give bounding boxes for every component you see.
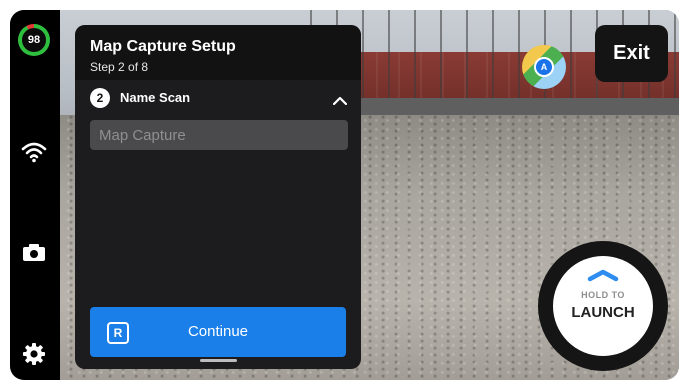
wifi-icon[interactable] (20, 138, 48, 166)
left-toolbar: 98 (10, 10, 60, 380)
continue-label: Continue (187, 323, 249, 340)
launch-button[interactable]: HOLD TO LAUNCH (538, 241, 668, 371)
panel-header: Map Capture Setup Step 2 of 8 (75, 25, 361, 80)
page-title: Map Capture Setup (90, 38, 236, 55)
battery-percent: 98 (22, 28, 46, 52)
map-button[interactable]: A (522, 45, 566, 89)
step-progress: Step 2 of 8 (90, 60, 149, 74)
setup-panel: Map Capture Setup Step 2 of 8 2 Name Sca… (75, 25, 361, 369)
drag-handle[interactable] (200, 359, 237, 362)
r-key-icon: R (107, 322, 129, 344)
step-label: Name Scan (120, 90, 191, 105)
launch-arrow-icon (587, 268, 619, 287)
map-icon: A (534, 57, 554, 77)
camera-icon[interactable] (20, 238, 48, 266)
step-header-name-scan[interactable]: 2 Name Scan (75, 82, 361, 114)
battery-indicator: 98 (18, 24, 50, 56)
continue-button[interactable]: R Continue (90, 307, 346, 357)
gear-icon[interactable] (20, 340, 48, 368)
launch-hold-text: HOLD TO (581, 290, 625, 300)
scan-name-input[interactable] (90, 120, 348, 150)
step-number-badge: 2 (90, 88, 110, 108)
drone-camera-view: 98 Map Capture Setup Step 2 of 8 2 Name … (10, 10, 679, 380)
chevron-up-icon[interactable] (332, 92, 348, 110)
exit-button[interactable]: Exit (595, 25, 668, 82)
launch-main-text: LAUNCH (571, 304, 635, 321)
